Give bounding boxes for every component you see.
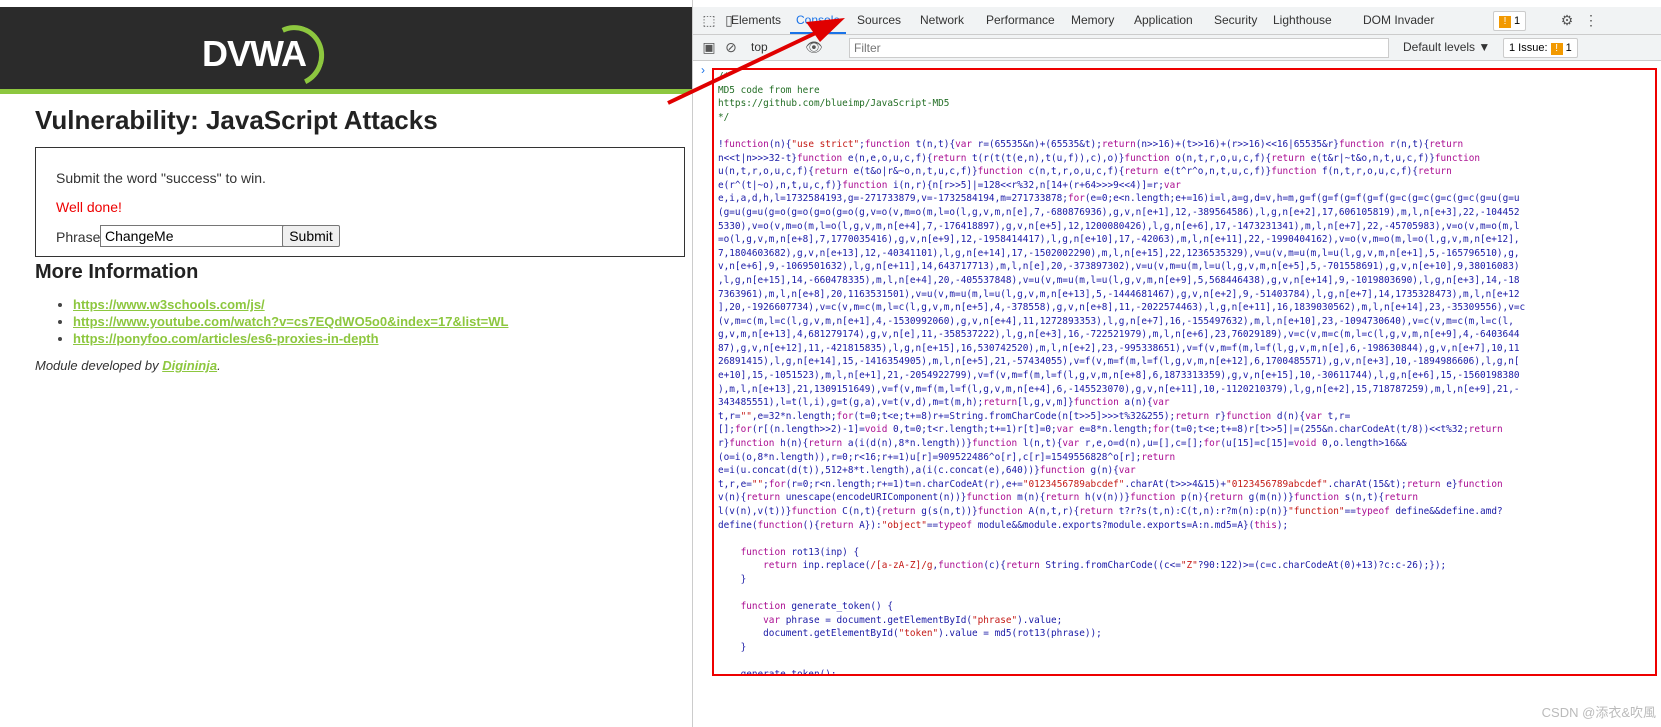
more-options-icon[interactable]: ⋮: [1583, 12, 1599, 28]
submit-button[interactable]: Submit: [282, 225, 340, 247]
list-item: https://ponyfoo.com/articles/es6-proxies…: [73, 330, 508, 347]
logo-swoosh-icon: [255, 16, 333, 96]
csdn-watermark: CSDN @添衣&吹風: [1541, 705, 1656, 720]
console-source-code: /* MD5 code from here https://github.com…: [718, 71, 1526, 676]
tab-security[interactable]: Security: [1208, 7, 1263, 34]
link-ponyfoo[interactable]: https://ponyfoo.com/articles/es6-proxies…: [73, 331, 379, 346]
dvwa-header: DVWA: [0, 7, 692, 96]
live-expression-eye-icon[interactable]: 👁: [805, 39, 823, 55]
tab-dom-invader[interactable]: DOM Invader: [1357, 7, 1440, 34]
warnings-badge[interactable]: ! 1: [1493, 11, 1527, 31]
context-selector[interactable]: top: [751, 40, 768, 54]
console-prompt-icon: ›: [701, 63, 705, 77]
dvwa-logo[interactable]: DVWA: [202, 16, 333, 96]
credit-link[interactable]: Digininja: [162, 358, 217, 373]
module-credit: Module developed by Digininja.: [35, 358, 221, 373]
vulnerable-code-area: Submit the word "success" to win. Well d…: [35, 147, 685, 257]
list-item: https://www.w3schools.com/js/: [73, 296, 508, 313]
issue-warning-icon: !: [1550, 43, 1563, 55]
clear-console-icon[interactable]: ⊘: [723, 39, 739, 55]
credit-prefix: Module developed by: [35, 358, 163, 373]
highlighted-code-block: /* MD5 code from here https://github.com…: [712, 68, 1657, 676]
result-message: Well done!: [56, 199, 122, 215]
tab-memory[interactable]: Memory: [1065, 7, 1120, 34]
console-output: › /* MD5 code from here https://github.c…: [693, 61, 1661, 727]
console-toolbar: ▣ ⊘ top 👁 Default levels ▼ 1 Issue: ! 1: [693, 35, 1661, 61]
comment-line: https://github.com/blueimp/JavaScript-MD…: [718, 98, 950, 110]
tab-elements[interactable]: Elements: [725, 7, 787, 34]
console-filter-input[interactable]: [849, 38, 1389, 58]
phrase-label: Phrase: [56, 229, 101, 245]
tab-performance[interactable]: Performance: [980, 7, 1061, 34]
tab-sources[interactable]: Sources: [851, 7, 907, 34]
issues-count: 1: [1565, 42, 1572, 54]
more-info-title: More Information: [35, 261, 199, 283]
comment-line: /*: [718, 71, 730, 82]
link-youtube[interactable]: https://www.youtube.com/watch?v=cs7EQdWO…: [73, 314, 508, 329]
phrase-input[interactable]: [100, 225, 284, 247]
devtools-tabbar: ⬚ ▯ Elements Console Sources Network Per…: [693, 7, 1661, 35]
tab-application[interactable]: Application: [1128, 7, 1199, 34]
page-title: Vulnerability: JavaScript Attacks: [35, 105, 438, 135]
issues-badge[interactable]: 1 Issue: ! 1: [1503, 38, 1578, 58]
tab-console[interactable]: Console: [790, 7, 847, 34]
sidebar-toggle-icon[interactable]: ▣: [701, 39, 717, 55]
instruction-text: Submit the word "success" to win.: [56, 170, 266, 186]
settings-gear-icon[interactable]: ⚙: [1559, 12, 1575, 28]
list-item: https://www.youtube.com/watch?v=cs7EQdWO…: [73, 313, 508, 330]
link-w3schools[interactable]: https://www.w3schools.com/js/: [73, 297, 265, 312]
tab-network[interactable]: Network: [914, 7, 970, 34]
comment-line: */: [718, 111, 730, 123]
dvwa-page: DVWA Vulnerability: JavaScript Attacks S…: [0, 0, 692, 727]
warning-icon: !: [1499, 16, 1511, 28]
top-strip: [0, 0, 692, 7]
tab-lighthouse[interactable]: Lighthouse: [1267, 7, 1338, 34]
more-info-links: https://www.w3schools.com/js/ https://ww…: [73, 296, 508, 347]
devtools-panel: ⬚ ▯ Elements Console Sources Network Per…: [692, 0, 1661, 727]
comment-line: MD5 code from here: [718, 84, 820, 96]
inspect-element-icon[interactable]: ⬚: [701, 12, 717, 28]
log-levels-dropdown[interactable]: Default levels ▼: [1403, 40, 1490, 54]
warning-count: 1: [1514, 15, 1521, 27]
main-content: Vulnerability: JavaScript Attacks Submit…: [35, 105, 685, 373]
credit-suffix: .: [217, 358, 221, 373]
issues-label: 1 Issue:: [1509, 42, 1548, 54]
